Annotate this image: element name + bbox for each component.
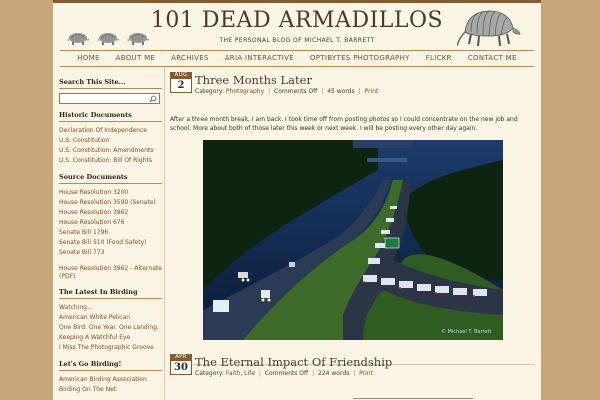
main-nav: HOME ABOUT ME ARCHIVES ARIA INTERACTIVE …: [60, 51, 534, 66]
highway-photo: © Michael T. Barrett: [203, 140, 503, 340]
print-link[interactable]: Print: [359, 370, 373, 377]
sidebar-link-watchful-eye[interactable]: Keeping A Watchful Eye: [59, 333, 162, 343]
sidebar-link-constitution[interactable]: U.S. Constitution: [59, 136, 162, 146]
category-link-photography[interactable]: Photography: [226, 88, 264, 95]
birding-list: Watching... American White Pelican One B…: [59, 303, 162, 353]
nav-bottom-rule: [60, 66, 534, 67]
sidebar-link-pelican[interactable]: American White Pelican: [59, 313, 162, 323]
sidebar-link-amendments[interactable]: U.S. Constitution: Amendments: [59, 146, 162, 156]
sidebar-link-hr676[interactable]: House Resolution 676: [59, 218, 162, 228]
nav-aria-interactive[interactable]: ARIA INTERACTIVE: [225, 51, 294, 66]
nav-contact-me[interactable]: CONTACT ME: [468, 51, 517, 66]
sidebar-link-birding-on-the-net[interactable]: Birding On The Net: [59, 385, 162, 395]
post-month: APR: [170, 354, 192, 361]
sidebar-link-sb1796[interactable]: Senate Bill 1796: [59, 228, 162, 238]
post-meta: Category: Faith, Life | Comments Off | 2…: [195, 370, 373, 377]
post-title[interactable]: The Eternal Impact Of Friendship: [195, 355, 392, 369]
armadillo-illustration-icon: [457, 10, 521, 47]
search-icon[interactable]: [149, 95, 157, 103]
nav-about-me[interactable]: ABOUT ME: [116, 51, 155, 66]
sidebar-link-hr3590[interactable]: House Resolution 3590 (Senate): [59, 198, 162, 208]
sidebar-link-sb510[interactable]: Senate Bill 510 (Food Safety): [59, 238, 162, 248]
category-link-faith[interactable]: Faith: [226, 370, 240, 377]
post-photo-highway[interactable]: © Michael T. Barrett: [203, 140, 503, 340]
sidebar-link-bill-of-rights[interactable]: U.S. Constitution: Bill Of Rights: [59, 156, 162, 166]
sidebar-link-hr3962-alternate[interactable]: House Resolution 3962 - Alternate (PDF): [59, 265, 162, 281]
top-rule: [53, 0, 541, 3]
birding-heading: The Latest In Birding: [59, 288, 162, 299]
sidebar-link-photographic-groove[interactable]: I Miss The Photographic Groove: [59, 343, 162, 353]
sidebar-link-sb773[interactable]: Senate Bill 773: [59, 248, 162, 258]
word-count: 45 words: [327, 88, 355, 95]
category-label: Category:: [195, 88, 224, 95]
post-month: AUG: [170, 72, 192, 79]
page: 101 DEAD ARMADILLOS THE PERSONAL BLOG OF…: [53, 0, 541, 400]
post-text-fragment: [353, 398, 473, 399]
post-meta: Category: Photography | Comments Off | 4…: [195, 88, 379, 95]
post-date-badge: AUG 2: [170, 72, 192, 93]
sidebar: Search This Site... Historic Documents D…: [59, 78, 162, 395]
lets-go-birding-list: American Birding Association Birding On …: [59, 375, 162, 395]
historic-documents-list: Declaration Of Independence U.S. Constit…: [59, 126, 162, 166]
photo-credit: © Michael T. Barrett: [441, 328, 491, 335]
post-title[interactable]: Three Months Later: [195, 73, 312, 87]
sidebar-link-hr3200[interactable]: House Resolution 3200: [59, 188, 162, 198]
post-day: 30: [170, 361, 192, 375]
post-day: 2: [170, 79, 192, 93]
search-heading: Search This Site...: [59, 78, 162, 89]
post-excerpt: After a three month break, I am back. I …: [170, 116, 518, 132]
source-documents-heading: Source Documents: [59, 173, 162, 184]
sidebar-link-aba[interactable]: American Birding Association: [59, 375, 162, 385]
sidebar-link-declaration[interactable]: Declaration Of Independence: [59, 126, 162, 136]
category-label: Category:: [195, 370, 224, 377]
historic-documents-heading: Historic Documents: [59, 111, 162, 122]
nav-home[interactable]: HOME: [77, 51, 99, 66]
word-count: 224 words: [318, 370, 350, 377]
nav-archives[interactable]: ARCHIVES: [171, 51, 209, 66]
sidebar-link-one-bird[interactable]: One Bird. One Year. One Landing.: [59, 323, 162, 333]
lets-go-birding-heading: Let's Go Birding!: [59, 360, 162, 371]
sidebar-link-watching[interactable]: Watching...: [59, 303, 162, 313]
post-date-badge: APR 30: [170, 354, 192, 375]
nav-optibytes-photography[interactable]: OPTIBYTES PHOTOGRAPHY: [310, 51, 410, 66]
sidebar-link-hr3962[interactable]: House Resolution 3962: [59, 208, 162, 218]
nav-flickr[interactable]: FLICKR: [426, 51, 452, 66]
search-input[interactable]: [59, 93, 160, 104]
category-link-life[interactable]: Life: [244, 370, 255, 377]
print-link[interactable]: Print: [365, 88, 379, 95]
source-documents-list: House Resolution 3200 House Resolution 3…: [59, 188, 162, 281]
column-divider: [164, 68, 165, 400]
comments-status: Comments Off: [274, 88, 318, 95]
comments-status: Comments Off: [264, 370, 309, 377]
